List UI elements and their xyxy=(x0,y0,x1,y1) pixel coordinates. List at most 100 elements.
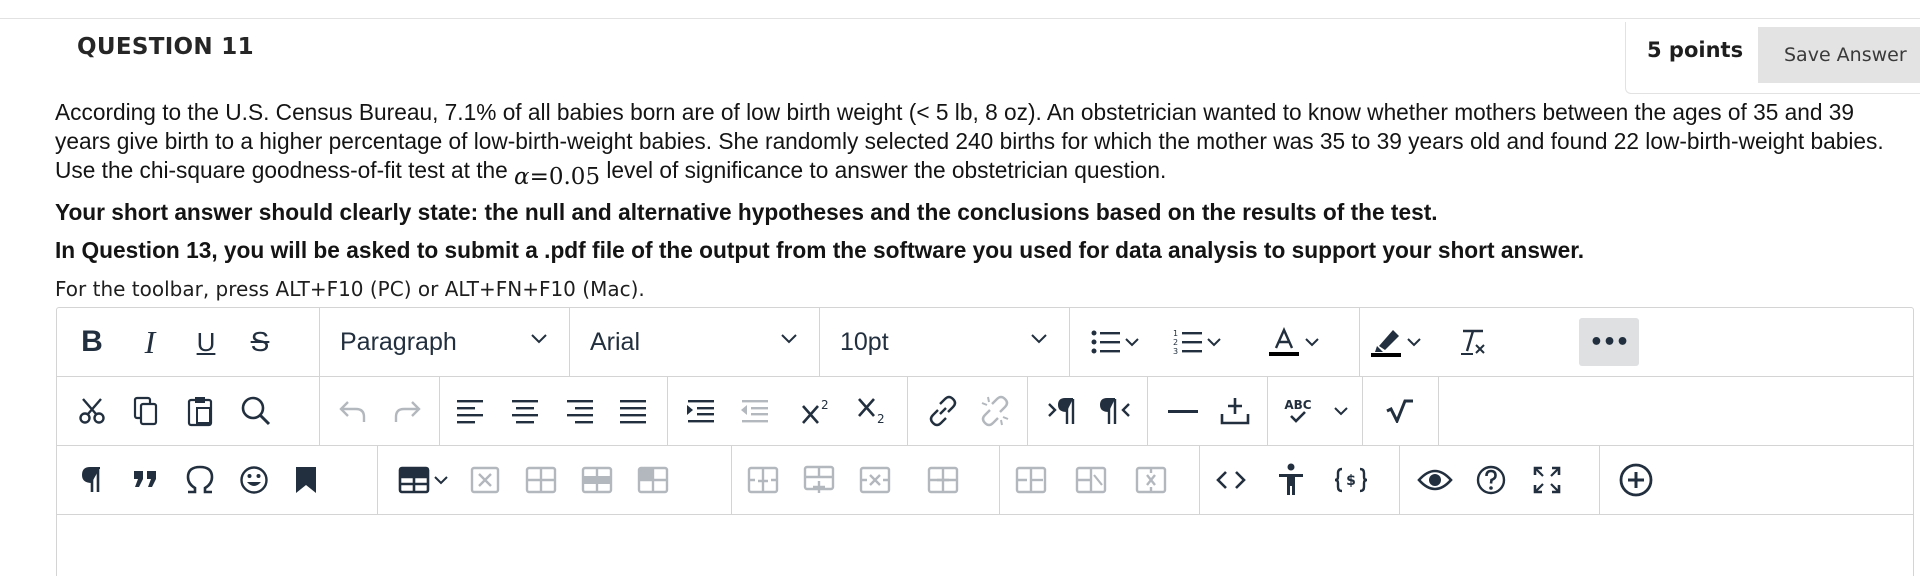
save-answer-button[interactable]: Save Answer xyxy=(1758,27,1920,83)
font-size-value: 10pt xyxy=(840,327,889,356)
clear-formatting-button[interactable] xyxy=(1449,318,1497,366)
copy-button[interactable] xyxy=(123,387,169,435)
submission-note: In Question 13, you will be asked to sub… xyxy=(55,237,1585,263)
font-family-select[interactable]: Arial xyxy=(570,308,820,376)
align-left-button[interactable] xyxy=(448,387,494,435)
copy-icon xyxy=(133,396,158,426)
outdent-icon xyxy=(741,400,768,423)
question-text: According to the U.S. Census Bureau, 7.1… xyxy=(55,98,1905,192)
outdent-button[interactable] xyxy=(732,387,778,435)
special-character-button[interactable] xyxy=(177,456,223,504)
underline-button[interactable]: U xyxy=(183,318,229,366)
indent-script-group: 2 2 xyxy=(668,377,908,445)
clipboard-icon xyxy=(187,397,213,427)
delete-row-button[interactable] xyxy=(852,456,898,504)
delete-row-icon xyxy=(859,466,891,494)
spellcheck-icon: ABC xyxy=(1284,398,1312,423)
justify-button[interactable] xyxy=(610,387,656,435)
insert-row-icon xyxy=(747,466,779,494)
subscript-icon: 2 xyxy=(858,398,885,426)
insert-col-after-button[interactable] xyxy=(1008,456,1054,504)
show-blocks-button[interactable] xyxy=(69,456,115,504)
insert-row-after-button[interactable] xyxy=(796,456,842,504)
source-code-button[interactable] xyxy=(1208,456,1254,504)
chevron-down-icon xyxy=(531,334,547,344)
code-icon xyxy=(1216,471,1246,489)
align-center-icon xyxy=(512,400,538,424)
add-content-button[interactable] xyxy=(1612,456,1660,504)
bold-button[interactable]: B xyxy=(69,318,115,366)
spellcheck-label: ABC xyxy=(1284,398,1312,412)
strikethrough-button[interactable]: S xyxy=(237,318,283,366)
toolbar-row-1: B I U S Paragraph Arial 10pt 123 ••• xyxy=(57,308,1913,377)
align-center-button[interactable] xyxy=(502,387,548,435)
justify-icon xyxy=(620,400,646,424)
chevron-down-icon xyxy=(1125,337,1139,346)
rtl-button[interactable] xyxy=(1092,387,1138,435)
insert-content-button[interactable] xyxy=(1212,387,1258,435)
italic-button[interactable]: I xyxy=(127,318,173,366)
indent-button[interactable] xyxy=(678,387,724,435)
code-sample-button[interactable]: $ xyxy=(1328,456,1374,504)
top-divider xyxy=(0,18,1920,19)
checkmark-icon xyxy=(1290,411,1306,423)
bookmark-button[interactable] xyxy=(283,456,329,504)
insert-link-button[interactable] xyxy=(920,387,966,435)
insert-table-button[interactable] xyxy=(390,456,456,504)
editor-content-area[interactable] xyxy=(57,515,1913,576)
chevron-down-icon xyxy=(1333,406,1348,415)
delete-column-icon xyxy=(1075,466,1107,494)
blockquote-button[interactable] xyxy=(123,456,169,504)
font-size-select[interactable]: 10pt xyxy=(820,308,1070,376)
unlink-button[interactable] xyxy=(972,387,1018,435)
insert-row-before-button[interactable] xyxy=(740,456,786,504)
undo-icon xyxy=(339,401,366,422)
more-tools-button[interactable]: ••• xyxy=(1579,318,1639,366)
table-row-props-button[interactable] xyxy=(518,456,564,504)
numbered-list-button[interactable]: 123 xyxy=(1162,318,1232,366)
undo-button[interactable] xyxy=(330,387,376,435)
align-right-button[interactable] xyxy=(556,387,602,435)
spellcheck-button[interactable]: ABC xyxy=(1276,387,1356,435)
bullet-list-button[interactable] xyxy=(1080,318,1150,366)
merge-cells-button[interactable] xyxy=(1128,456,1174,504)
table-insert-row-before-button[interactable] xyxy=(630,456,676,504)
accessibility-checker-button[interactable] xyxy=(1268,456,1314,504)
svg-text:1: 1 xyxy=(1173,329,1178,338)
redo-icon xyxy=(394,401,421,422)
scissors-icon xyxy=(79,398,105,424)
paste-button[interactable] xyxy=(177,387,223,435)
add-content-icon xyxy=(1220,398,1250,425)
block-format-select[interactable]: Paragraph xyxy=(320,308,570,376)
delete-table-button[interactable] xyxy=(462,456,508,504)
delete-col-button[interactable] xyxy=(1068,456,1114,504)
table-cell-props-button[interactable] xyxy=(574,456,620,504)
help-button[interactable] xyxy=(1468,456,1514,504)
text-color-icon xyxy=(1269,327,1299,356)
equation-button[interactable] xyxy=(1377,387,1423,435)
direction-group xyxy=(1028,377,1148,445)
block-format-value: Paragraph xyxy=(340,327,457,356)
insert-col-before-button[interactable] xyxy=(920,456,966,504)
toolbar-row-3: $ xyxy=(57,446,1913,515)
subscript-button[interactable]: 2 xyxy=(850,387,896,435)
superscript-button[interactable]: 2 xyxy=(794,387,840,435)
svg-text:2: 2 xyxy=(1173,338,1178,347)
link-icon xyxy=(929,395,957,427)
preview-button[interactable] xyxy=(1412,456,1458,504)
omega-icon xyxy=(186,465,214,494)
horizontal-line-icon xyxy=(1168,410,1198,413)
emoticons-button[interactable] xyxy=(231,456,277,504)
toolbar-row-2: 2 2 ABC xyxy=(57,377,1913,446)
find-replace-button[interactable] xyxy=(233,387,279,435)
text-color-button[interactable] xyxy=(1258,318,1328,366)
fullscreen-button[interactable] xyxy=(1524,456,1570,504)
highlight-color-button[interactable] xyxy=(1360,318,1430,366)
accessibility-icon xyxy=(1279,463,1303,495)
ltr-button[interactable] xyxy=(1040,387,1086,435)
view-group xyxy=(1400,446,1600,514)
cut-button[interactable] xyxy=(69,387,115,435)
horizontal-line-button[interactable] xyxy=(1160,387,1206,435)
redo-button[interactable] xyxy=(384,387,430,435)
search-icon xyxy=(241,396,271,426)
